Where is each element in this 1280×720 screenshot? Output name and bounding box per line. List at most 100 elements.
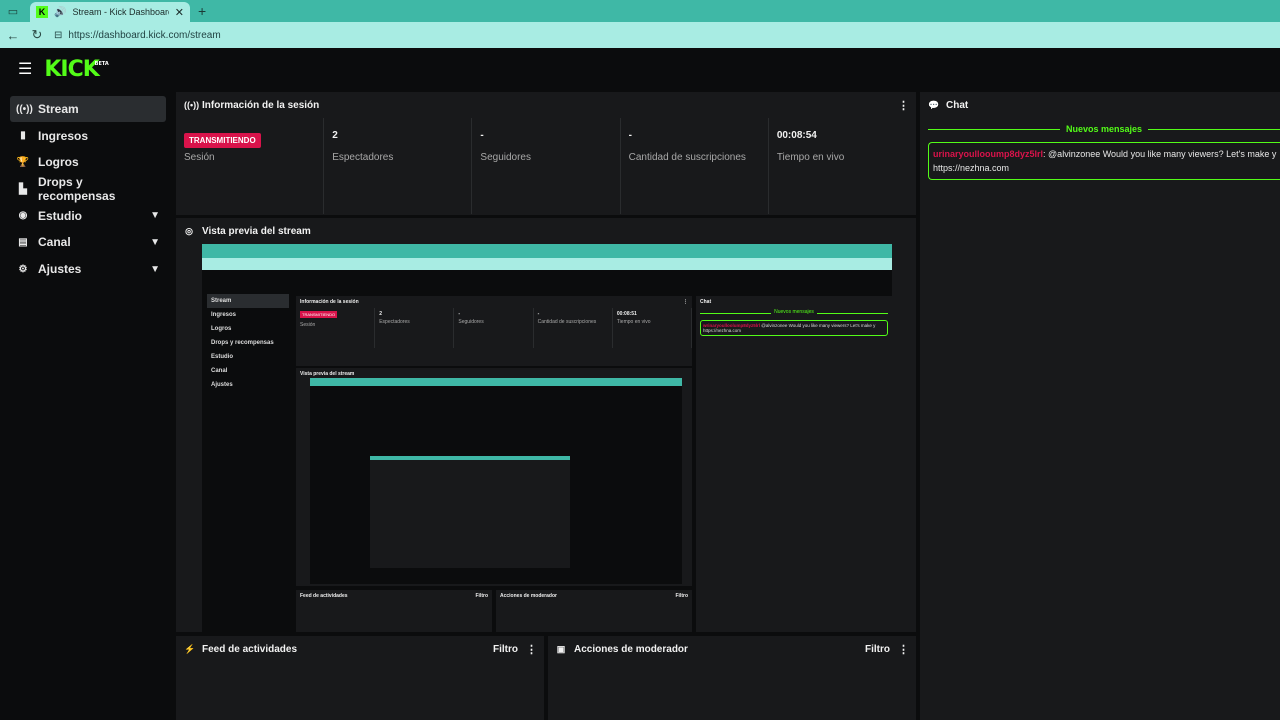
preview-new-messages: Nuevos mensajes xyxy=(700,309,888,315)
preview-text: Acciones de moderador xyxy=(500,593,557,599)
activity-feed-panel: ⚡ Feed de actividades Filtro ⋮ xyxy=(176,636,544,720)
speaker-icon[interactable]: 🔊 xyxy=(54,7,66,18)
preview-tab-bar xyxy=(202,244,892,258)
preview-session-panel: Información de la sesión ⋮ TRANSMITIENDO S… xyxy=(296,296,693,366)
kick-favicon-icon: K xyxy=(36,6,48,18)
preview-text: Filtro xyxy=(475,593,489,599)
back-icon[interactable]: ← xyxy=(6,28,20,43)
activity-feed-header: ⚡ Feed de actividades Filtro ⋮ xyxy=(176,636,544,662)
close-tab-icon[interactable]: ✕ xyxy=(175,6,184,19)
chat-username[interactable]: urinaryoullooump8dyz5lrl xyxy=(933,149,1043,159)
preview-stat: 2 Espectadores xyxy=(375,308,455,348)
preview-address-bar xyxy=(202,258,892,270)
stat-label: Sesión xyxy=(184,152,215,163)
preview-panel-title: Feed de actividades Filtro xyxy=(296,590,492,602)
browser-tab-bar: ▭ K 🔊 Stream - Kick Dashboard ✕ + xyxy=(0,0,1280,22)
sidebar-item-ajustes[interactable]: ⚙ Ajustes ▼ xyxy=(10,256,166,282)
logo-text: KICK xyxy=(44,56,99,82)
stat-value: 2 xyxy=(332,130,338,141)
channel-icon: ▤ xyxy=(18,236,28,248)
url-field[interactable]: ⊟ https://dashboard.kick.com/stream xyxy=(54,30,221,41)
kick-logo[interactable]: KICK BETA xyxy=(44,56,108,82)
sidebar-item-logros[interactable]: 🏆 Logros xyxy=(10,149,166,175)
sidebar-item-stream[interactable]: ((•)) Stream xyxy=(10,96,166,122)
url-text: https://dashboard.kick.com/stream xyxy=(68,29,221,41)
preview-stat: TRANSMITIENDO Sesión xyxy=(296,308,376,348)
more-options-icon[interactable]: ⋮ xyxy=(898,99,909,112)
mod-actions-header: ▣ Acciones de moderador Filtro ⋮ xyxy=(548,636,916,662)
preview-text: - xyxy=(458,311,461,317)
status-badge: TRANSMITIENDO xyxy=(184,133,261,148)
window-menu-icon[interactable]: ▭ xyxy=(0,0,26,22)
preview-stats: TRANSMITIENDO Sesión 2 Espectadores - Segui… xyxy=(296,308,693,348)
preview-text: Tiempo en vivo xyxy=(616,319,651,325)
preview-text: Espectadores xyxy=(379,319,410,325)
panel-title: Información de la sesión xyxy=(202,99,320,111)
stat-label: Tiempo en vivo xyxy=(776,152,845,163)
panel-title: Chat xyxy=(946,99,969,111)
preview-text: 00:08:51 xyxy=(616,311,637,317)
chevron-down-icon: ▼ xyxy=(150,210,160,222)
filter-button[interactable]: Filtro xyxy=(493,644,518,655)
preview-text: 2 xyxy=(379,311,382,317)
divider-line xyxy=(928,128,1060,130)
session-info-header: ((•)) Información de la sesión ⋮ xyxy=(176,92,916,118)
sidebar-item-canal[interactable]: ▤ Canal ▼ xyxy=(10,229,166,255)
preview-chat-panel: Chat Nuevos mensajes wrinaryoulloolump8d… xyxy=(696,296,892,632)
sidebar-item-estudio[interactable]: ◉ Estudio ▼ xyxy=(10,203,166,229)
preview-text: Cantidad de suscripciones xyxy=(537,319,597,325)
chat-panel: 💬 Chat Nuevos mensajes urinaryoullooump8… xyxy=(920,92,1280,720)
filter-button[interactable]: Filtro xyxy=(865,644,890,655)
session-info-panel: ((•)) Información de la sesión ⋮ TRANSMI… xyxy=(176,92,916,215)
menu-icon[interactable]: ☰ xyxy=(18,59,32,79)
sidebar-item-ingresos[interactable]: ▮ Ingresos xyxy=(10,123,166,149)
preview-text: @alvinzonee Would you like many viewers?… xyxy=(761,323,876,328)
chat-message[interactable]: urinaryoullooump8dyz5lrl: @alvinzonee Wo… xyxy=(928,142,1280,180)
stat-session: TRANSMITIENDO Sesión xyxy=(176,118,325,214)
reload-icon[interactable]: ↻ xyxy=(30,27,44,43)
address-bar: ← ↻ ⊟ https://dashboard.kick.com/stream xyxy=(0,22,1280,48)
stat-value: 00:08:54 xyxy=(776,130,817,141)
chat-message-link[interactable]: https://nezhna.com xyxy=(933,163,1009,173)
sidebar-item-drops[interactable]: ▙ Drops y recompensas xyxy=(10,175,166,204)
stat-value: - xyxy=(480,130,484,141)
new-tab-icon[interactable]: + xyxy=(198,3,206,19)
more-options-icon[interactable]: ⋮ xyxy=(898,643,909,656)
preview-text: Chat xyxy=(700,299,712,305)
preview-text: Nuevos mensajes xyxy=(771,309,817,315)
preview-text: Información de la sesión xyxy=(300,299,359,305)
stat-label: Seguidores xyxy=(480,152,531,163)
stat-live-time: 00:08:54 Tiempo en vivo xyxy=(769,118,916,214)
site-info-icon[interactable]: ⊟ xyxy=(54,30,62,41)
preview-sidebar-item: Canal xyxy=(211,368,228,374)
preview-text: Feed de actividades xyxy=(300,593,348,599)
stat-subscriptions: - Cantidad de suscripciones xyxy=(621,118,769,214)
preview-body: Stream Ingresos Logros Drops y recompens… xyxy=(202,270,892,632)
preview-icon: ◎ xyxy=(185,225,193,236)
preview-text: - xyxy=(537,311,540,317)
sidebar-item-label: Stream xyxy=(38,102,79,116)
sidebar-item-label: Ingresos xyxy=(38,128,89,143)
sidebar-item-label: Estudio xyxy=(38,208,82,223)
beta-label: BETA xyxy=(94,60,109,67)
new-messages-label: Nuevos mensajes xyxy=(1065,124,1143,134)
preview-badge: TRANSMITIENDO xyxy=(300,311,338,318)
top-bar: ☰ KICK BETA xyxy=(0,48,1280,90)
stat-value: - xyxy=(628,130,632,141)
preview-sidebar-item: Ingresos xyxy=(211,312,237,318)
broadcast-icon: ((•)) xyxy=(16,103,33,115)
chat-header: 💬 Chat xyxy=(920,92,1280,118)
preview-panel-title: Chat xyxy=(696,296,892,308)
chevron-down-icon: ▼ xyxy=(150,263,160,275)
preview-text: Sesión xyxy=(300,322,316,328)
browser-tab[interactable]: K 🔊 Stream - Kick Dashboard ✕ xyxy=(30,2,190,22)
preview-mod-panel: Acciones de moderador Filtro xyxy=(496,590,692,632)
sidebar-item-label: Drops y recompensas xyxy=(38,175,116,204)
more-options-icon[interactable]: ⋮ xyxy=(526,643,537,656)
clipboard-icon: ▣ xyxy=(556,643,566,654)
studio-icon: ◉ xyxy=(18,210,28,222)
stream-preview-video[interactable]: Stream Ingresos Logros Drops y recompens… xyxy=(202,244,892,632)
chat-bubble-icon: 💬 xyxy=(928,99,940,110)
more-options-icon: ⋮ xyxy=(683,299,688,305)
preview-stat: - Cantidad de suscripciones xyxy=(534,308,613,348)
